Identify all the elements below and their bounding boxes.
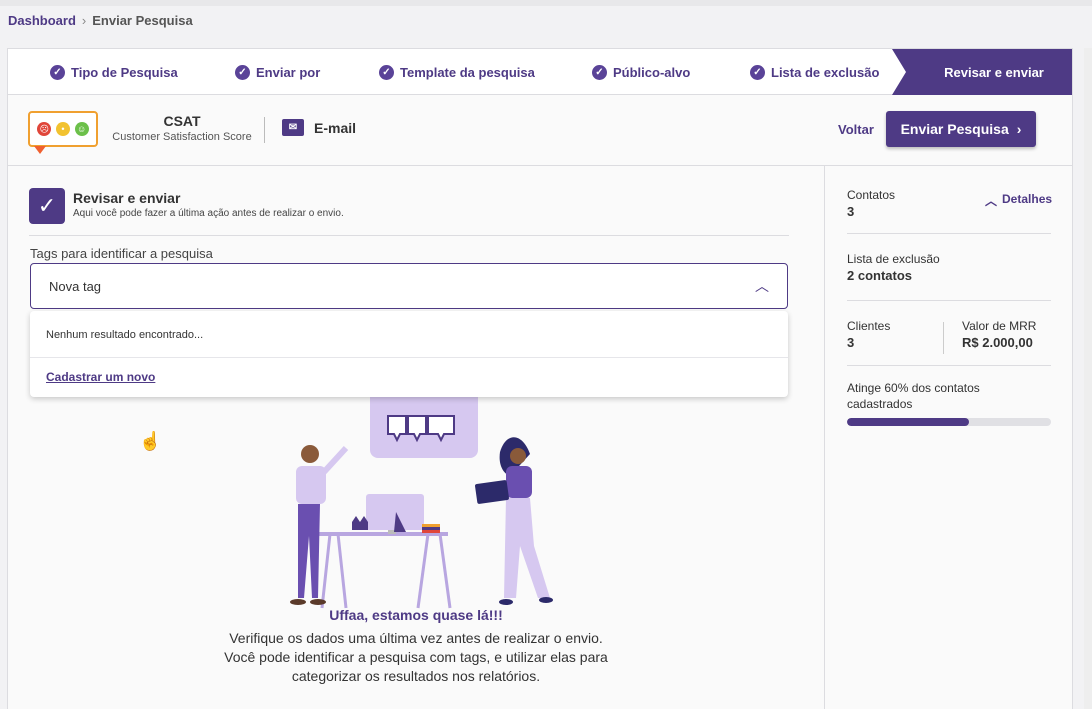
reach-progress-fill	[847, 418, 970, 426]
tags-input[interactable]: Nova tag ︿	[30, 263, 788, 309]
step-template-da-pesquisa[interactable]: ✓ Template da pesquisa	[379, 49, 535, 95]
breadcrumb-current: Enviar Pesquisa	[92, 13, 193, 28]
breadcrumb-dashboard-link[interactable]: Dashboard	[8, 13, 76, 28]
send-survey-card: ✓ Tipo de Pesquisa ✓ Enviar por ✓ Templa…	[7, 48, 1073, 709]
email-send-icon: ✉	[282, 119, 304, 136]
sad-face-icon: ☹	[37, 122, 52, 136]
mrr-label: Valor de MRR	[962, 319, 1037, 333]
details-toggle[interactable]: ︿ Detalhes	[985, 192, 1052, 209]
reach-summary: Atinge 60% dos contatos cadastrados	[847, 380, 1037, 412]
exclusion-value: 2 contatos	[847, 268, 913, 283]
top-bar	[0, 0, 1092, 6]
mrr-value: R$ 2.000,00	[962, 335, 1033, 350]
check-circle-icon: ✓	[235, 64, 250, 80]
survey-type: CSAT Customer Satisfaction Score	[112, 113, 252, 143]
divider	[30, 357, 788, 358]
channel-label: E-mail	[314, 119, 357, 136]
scrollbar[interactable]	[1084, 48, 1092, 709]
tags-dropdown: Nenhum resultado encontrado... Cadastrar…	[30, 311, 788, 397]
survey-type-description: Customer Satisfaction Score	[112, 131, 252, 143]
chevron-up-icon: ︿	[985, 194, 998, 208]
review-title: Revisar e enviar	[73, 190, 181, 206]
double-check-icon: ✓	[29, 188, 65, 224]
step-label: Lista de exclusão	[771, 64, 880, 80]
message-line: categorizar os resultados nos relatórios…	[291, 668, 541, 684]
check-circle-icon: ✓	[592, 64, 607, 80]
details-label: Detalhes	[1002, 192, 1053, 206]
check-circle-icon: ✓	[50, 64, 65, 80]
clients-value: 3	[847, 335, 855, 350]
divider	[847, 365, 1051, 366]
survey-type-name: CSAT	[163, 113, 201, 129]
message-line: Verifique os dados uma última vez antes …	[229, 630, 603, 646]
neutral-face-icon: •	[55, 122, 70, 136]
send-survey-label: Enviar Pesquisa	[900, 121, 1009, 137]
divider	[847, 300, 1051, 301]
chevron-up-icon[interactable]: ︿	[755, 276, 769, 296]
create-new-tag-link[interactable]: Cadastrar um novo	[46, 370, 155, 384]
tags-input-value: Nova tag	[49, 278, 102, 294]
review-panel: ✓ Revisar e enviar Aqui você pode fazer …	[8, 166, 824, 709]
clients-summary: Clientes 3	[847, 319, 890, 350]
message-body: Verifique os dados uma última vez antes …	[8, 629, 824, 686]
reach-progress-bar	[847, 418, 1051, 426]
send-survey-button[interactable]: Enviar Pesquisa ›	[886, 111, 1036, 147]
tags-label: Tags para identificar a pesquisa	[30, 246, 213, 261]
step-enviar-por[interactable]: ✓ Enviar por	[235, 49, 320, 95]
no-results-text: Nenhum resultado encontrado...	[46, 329, 204, 341]
message-title: Uffaa, estamos quase lá!!!	[329, 607, 503, 623]
contacts-value: 3	[847, 204, 855, 219]
exclusion-label: Lista de exclusão	[847, 252, 940, 266]
exclusion-summary: Lista de exclusão 2 contatos	[847, 252, 940, 283]
step-label: Enviar por	[256, 64, 321, 80]
breadcrumb: Dashboard › Enviar Pesquisa	[8, 13, 193, 28]
step-lista-de-exclusao[interactable]: ✓ Lista de exclusão	[750, 49, 879, 95]
message-line: Você pode identificar a pesquisa com tag…	[224, 649, 608, 665]
happy-face-icon: ☺	[74, 122, 89, 136]
breadcrumb-separator: ›	[81, 13, 87, 28]
check-circle-icon: ✓	[750, 64, 765, 80]
step-tipo-de-pesquisa[interactable]: ✓ Tipo de Pesquisa	[50, 49, 178, 95]
divider	[29, 235, 789, 236]
contacts-summary: Contatos 3	[847, 188, 895, 219]
hand-cursor-icon: ☝	[139, 431, 162, 451]
step-label: Template da pesquisa	[400, 64, 535, 80]
step-revisar-e-enviar[interactable]: Revisar e enviar	[892, 49, 1072, 95]
csat-faces-icon: ☹ • ☺	[28, 111, 98, 154]
survey-header: ☹ • ☺ CSAT Customer Satisfaction Score ✉…	[8, 95, 1072, 166]
review-illustration	[290, 386, 553, 609]
clients-label: Clientes	[847, 319, 891, 333]
divider	[943, 322, 944, 354]
stepper: ✓ Tipo de Pesquisa ✓ Enviar por ✓ Templa…	[8, 49, 1072, 95]
channel: ✉ E-mail	[282, 119, 356, 136]
divider	[264, 117, 265, 143]
review-subtitle: Aqui você pode fazer a última ação antes…	[73, 208, 344, 219]
chevron-right-icon: ›	[1016, 121, 1022, 137]
check-circle-icon: ✓	[379, 64, 394, 80]
summary-panel: Contatos 3 ︿ Detalhes Lista de exclusão …	[824, 166, 1072, 709]
mrr-summary: Valor de MRR R$ 2.000,00	[962, 319, 1036, 350]
step-publico-alvo[interactable]: ✓ Público-alvo	[592, 49, 690, 95]
divider	[847, 233, 1051, 234]
step-label: Público-alvo	[613, 64, 691, 80]
back-button[interactable]: Voltar	[838, 122, 874, 137]
contacts-label: Contatos	[847, 188, 896, 202]
reach-label: Atinge 60% dos contatos cadastrados	[847, 381, 980, 411]
step-label: Tipo de Pesquisa	[71, 64, 178, 80]
